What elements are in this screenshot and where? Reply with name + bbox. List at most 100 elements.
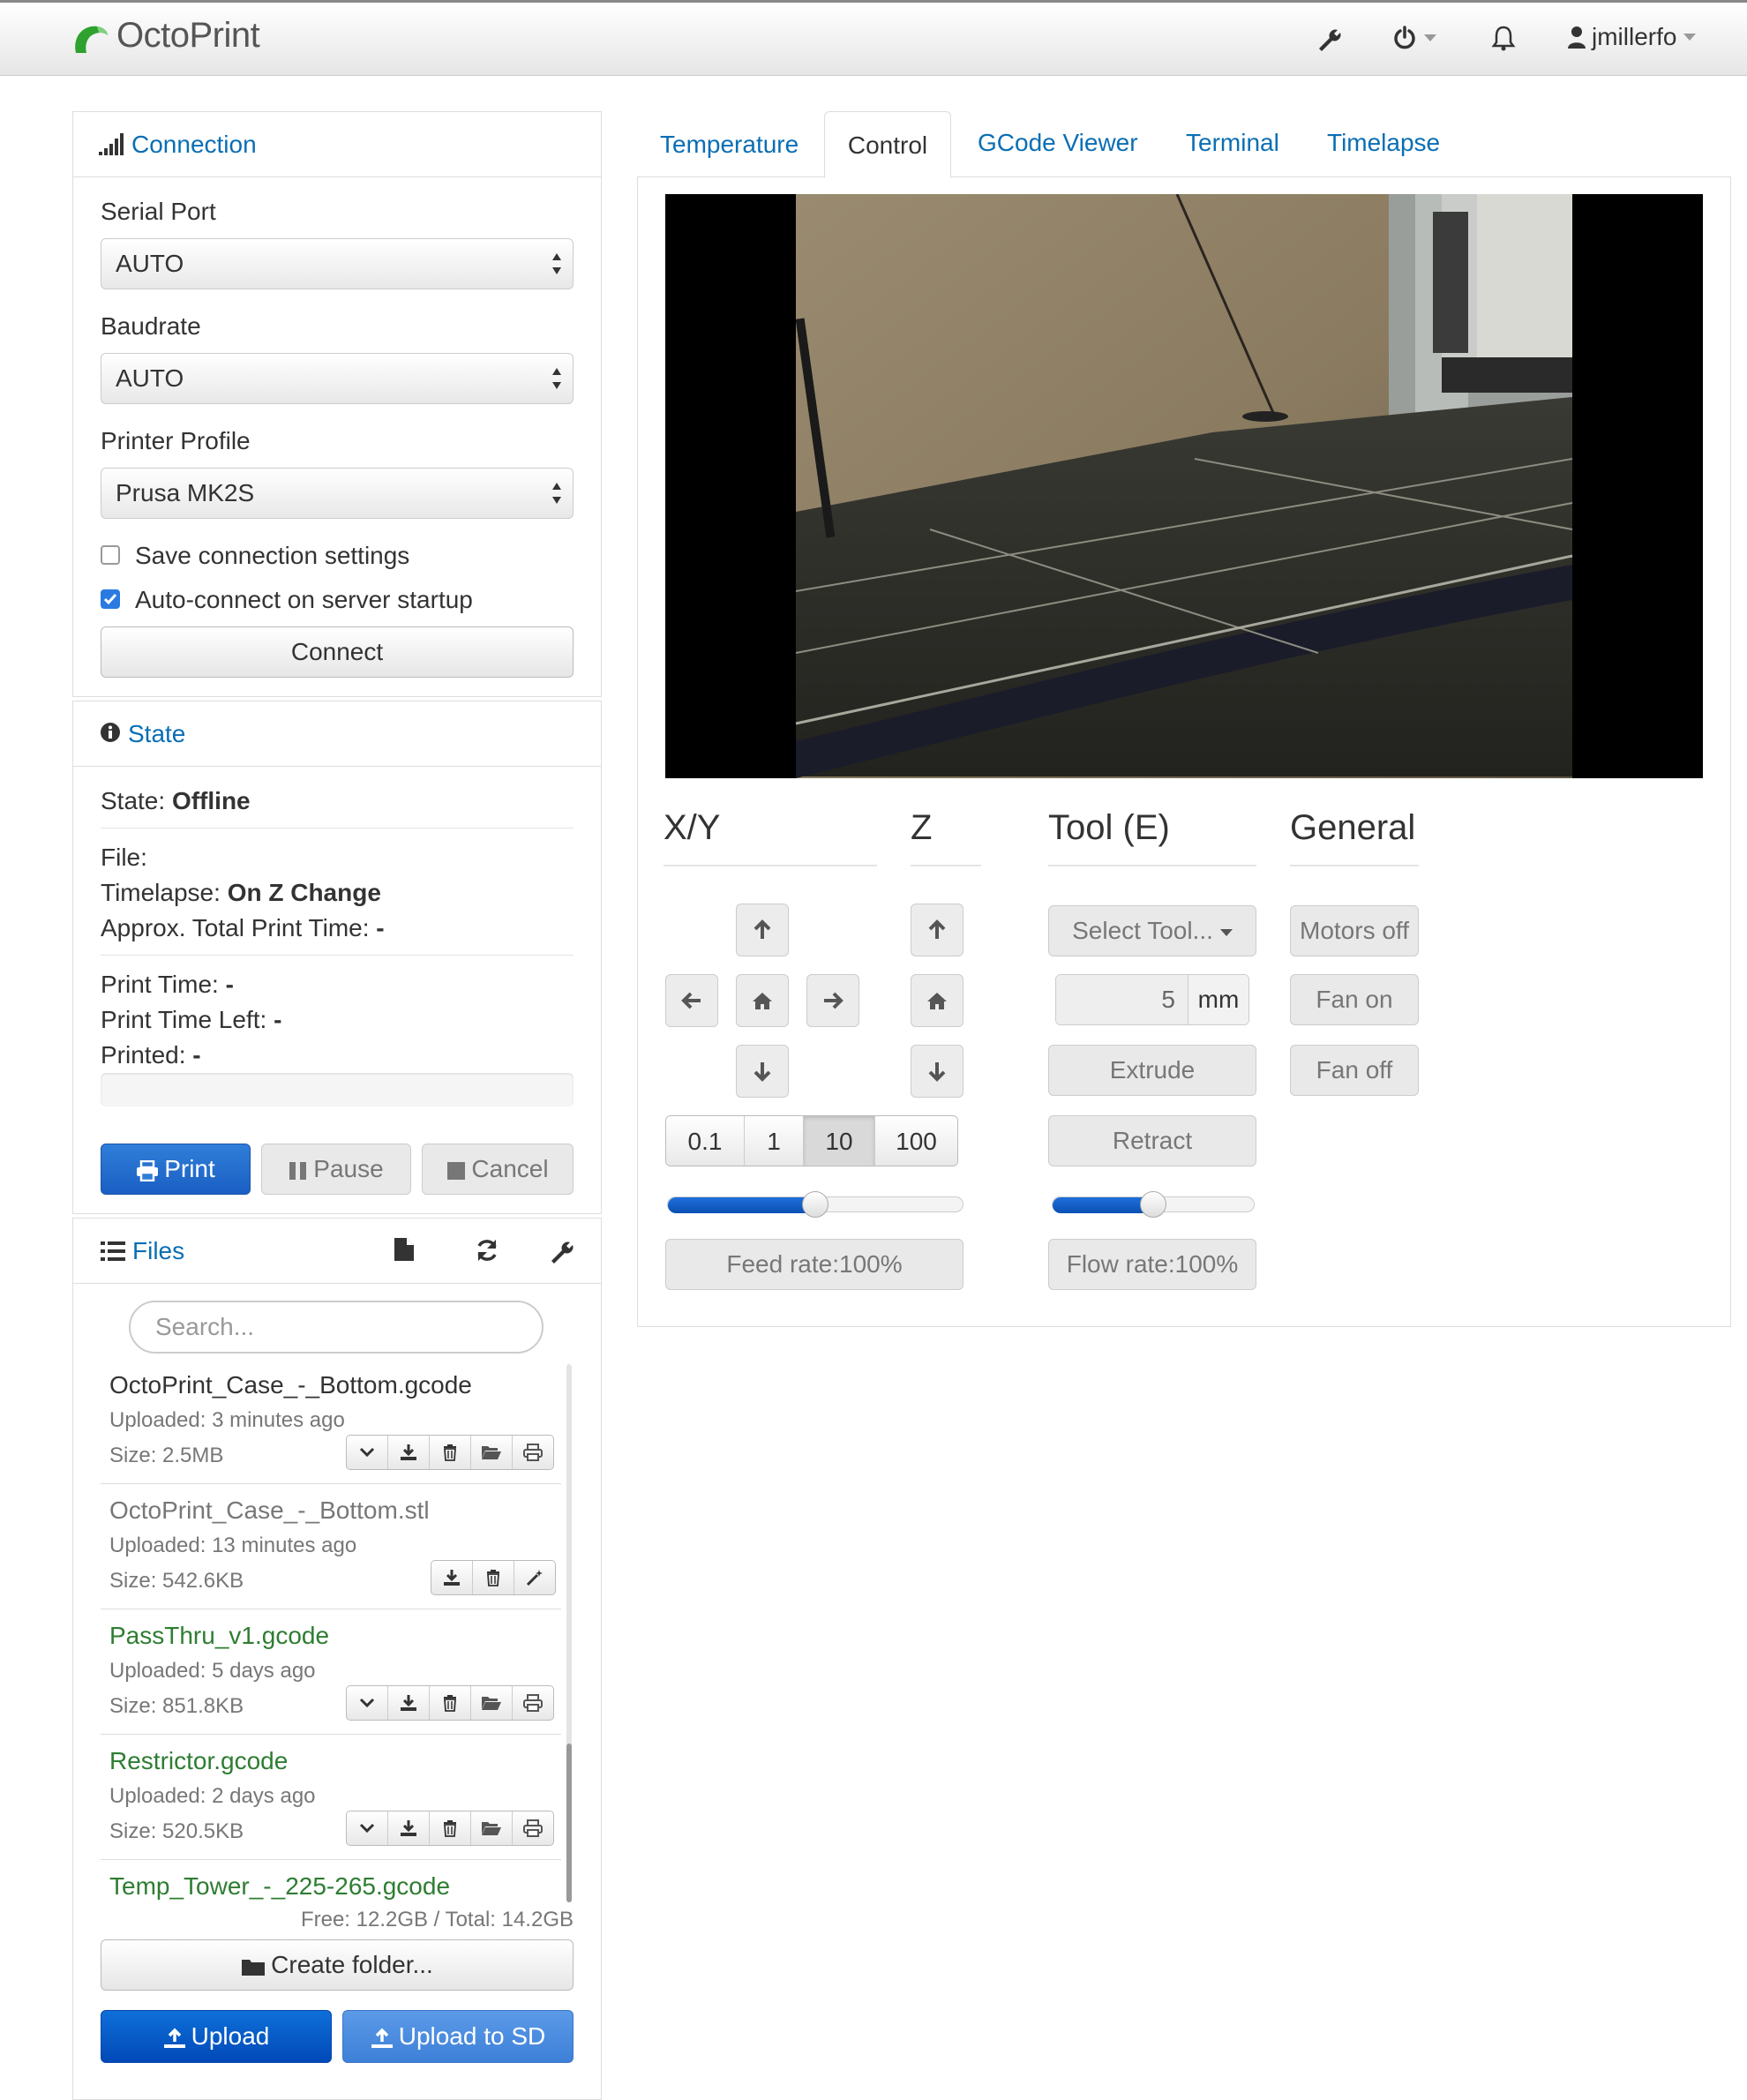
upload-button[interactable]: Upload — [101, 2010, 332, 2063]
tab-terminal[interactable]: Terminal — [1186, 129, 1279, 157]
username-label: jmillerfo — [1592, 23, 1677, 50]
state-value: Offline — [171, 787, 251, 814]
file-size: Size: 520.5KB — [109, 1819, 244, 1843]
tab-temperature[interactable]: Temperature — [660, 129, 799, 176]
autoconnect-checkbox[interactable] — [101, 589, 120, 609]
motors-off-button[interactable]: Motors off — [1290, 905, 1419, 956]
jog-y-plus-button[interactable] — [736, 904, 789, 956]
feed-rate-slider-handle[interactable] — [802, 1191, 829, 1218]
download-icon[interactable] — [387, 1436, 429, 1469]
file-name[interactable]: Temp_Tower_-_225-265.gcode — [109, 1872, 450, 1901]
folder-open-icon[interactable] — [470, 1686, 512, 1720]
refresh-icon[interactable] — [475, 1239, 499, 1262]
stop-icon — [446, 1161, 466, 1181]
file-name[interactable]: OctoPrint_Case_-_Bottom.stl — [109, 1496, 430, 1525]
chevron-down-icon[interactable] — [347, 1811, 387, 1845]
printer-icon — [136, 1159, 159, 1181]
file-name[interactable]: PassThru_v1.gcode — [109, 1622, 329, 1650]
scrollbar-thumb[interactable] — [566, 1744, 572, 1902]
jog-z-plus-button[interactable] — [911, 904, 963, 956]
list-item[interactable]: PassThru_v1.gcode Uploaded: 5 days ago S… — [101, 1609, 561, 1735]
state-title[interactable]: State — [128, 720, 185, 748]
autoconnect-label[interactable]: Auto-connect on server startup — [135, 586, 473, 614]
step-distance-group: 0.1 1 10 100 — [665, 1115, 958, 1166]
printer-profile-select[interactable]: Prusa MK2S — [101, 468, 574, 519]
flow-rate-slider-handle[interactable] — [1140, 1191, 1166, 1218]
magic-wand-icon[interactable] — [514, 1561, 555, 1594]
file-list[interactable]: OctoPrint_Case_-_Bottom.gcode Uploaded: … — [101, 1359, 561, 1906]
file-name[interactable]: OctoPrint_Case_-_Bottom.gcode — [109, 1371, 472, 1399]
settings-wrench-icon[interactable] — [1316, 26, 1341, 51]
flow-rate-button[interactable]: Flow rate:100% — [1048, 1239, 1256, 1290]
home-xy-button[interactable] — [736, 974, 789, 1027]
pause-button[interactable]: Pause — [261, 1144, 411, 1195]
approx-time-value: - — [376, 914, 385, 941]
jog-x-minus-button[interactable] — [665, 974, 718, 1027]
download-icon[interactable] — [387, 1811, 429, 1845]
trash-icon[interactable] — [429, 1686, 470, 1720]
new-file-icon[interactable] — [394, 1237, 415, 1262]
folder-open-icon[interactable] — [470, 1811, 512, 1845]
octoprint-logo-icon[interactable] — [71, 21, 109, 56]
fan-off-button[interactable]: Fan off — [1290, 1045, 1419, 1096]
download-icon[interactable] — [431, 1561, 472, 1594]
step-1-button[interactable]: 1 — [745, 1116, 804, 1166]
print-button[interactable]: Print — [101, 1144, 251, 1195]
user-menu[interactable]: jmillerfo — [1567, 23, 1697, 51]
tab-control[interactable]: Control — [824, 111, 951, 178]
home-z-button[interactable] — [911, 974, 963, 1027]
printer-icon[interactable] — [512, 1811, 553, 1845]
list-item[interactable]: Restrictor.gcode Uploaded: 2 days ago Si… — [101, 1735, 561, 1860]
extrude-unit-label: mm — [1188, 975, 1248, 1024]
trash-icon[interactable] — [429, 1436, 470, 1469]
step-0-1-button[interactable]: 0.1 — [666, 1116, 745, 1166]
chevron-down-icon[interactable] — [347, 1686, 387, 1720]
serial-port-select[interactable]: AUTO — [101, 238, 574, 289]
printer-icon[interactable] — [512, 1436, 553, 1469]
save-connection-label[interactable]: Save connection settings — [135, 542, 409, 570]
serial-port-value: AUTO — [116, 250, 184, 277]
download-icon[interactable] — [387, 1686, 429, 1720]
fan-on-button[interactable]: Fan on — [1290, 974, 1419, 1025]
step-100-button[interactable]: 100 — [875, 1116, 957, 1166]
print-progress-bar — [101, 1073, 574, 1106]
files-settings-wrench-icon[interactable] — [549, 1239, 574, 1264]
connect-button[interactable]: Connect — [101, 626, 574, 678]
retract-button[interactable]: Retract — [1048, 1115, 1256, 1166]
upload-sd-button[interactable]: Upload to SD — [342, 2010, 574, 2063]
trash-icon[interactable] — [429, 1811, 470, 1845]
brand-title[interactable]: OctoPrint — [116, 16, 260, 56]
extrude-amount-input[interactable]: 5 — [1056, 975, 1188, 1024]
file-actions — [346, 1685, 554, 1721]
jog-y-minus-button[interactable] — [736, 1045, 789, 1098]
printer-icon[interactable] — [512, 1686, 553, 1720]
jog-z-minus-button[interactable] — [911, 1045, 963, 1098]
step-10-button[interactable]: 10 — [804, 1116, 875, 1166]
baudrate-select[interactable]: AUTO — [101, 353, 574, 404]
list-item[interactable]: Temp_Tower_-_225-265.gcode — [101, 1860, 561, 1906]
create-folder-label: Create folder... — [271, 1951, 433, 1978]
folder-open-icon[interactable] — [470, 1436, 512, 1469]
cancel-button[interactable]: Cancel — [422, 1144, 574, 1195]
chevron-down-icon[interactable] — [347, 1436, 387, 1469]
system-menu[interactable] — [1392, 25, 1436, 51]
feed-rate-button[interactable]: Feed rate:100% — [665, 1239, 963, 1290]
file-name[interactable]: Restrictor.gcode — [109, 1747, 288, 1775]
bell-icon[interactable] — [1491, 25, 1516, 51]
extrude-button[interactable]: Extrude — [1048, 1045, 1256, 1096]
baudrate-label: Baudrate — [101, 312, 201, 340]
files-title[interactable]: Files — [132, 1237, 184, 1265]
select-tool-dropdown[interactable]: Select Tool... — [1048, 905, 1256, 956]
create-folder-button[interactable]: Create folder... — [101, 1939, 574, 1991]
tab-timelapse[interactable]: Timelapse — [1327, 129, 1440, 157]
files-search-input[interactable]: Search... — [129, 1301, 544, 1354]
trash-icon[interactable] — [472, 1561, 514, 1594]
connection-title[interactable]: Connection — [131, 131, 257, 159]
list-item[interactable]: OctoPrint_Case_-_Bottom.gcode Uploaded: … — [101, 1359, 561, 1484]
time-left-line: Print Time Left: - — [101, 1006, 281, 1034]
jog-x-plus-button[interactable] — [806, 974, 859, 1027]
save-connection-checkbox[interactable] — [101, 545, 120, 565]
list-item[interactable]: OctoPrint_Case_-_Bottom.stl Uploaded: 13… — [101, 1484, 561, 1609]
tab-gcode-viewer[interactable]: GCode Viewer — [978, 129, 1138, 157]
printed-value: - — [192, 1041, 201, 1069]
